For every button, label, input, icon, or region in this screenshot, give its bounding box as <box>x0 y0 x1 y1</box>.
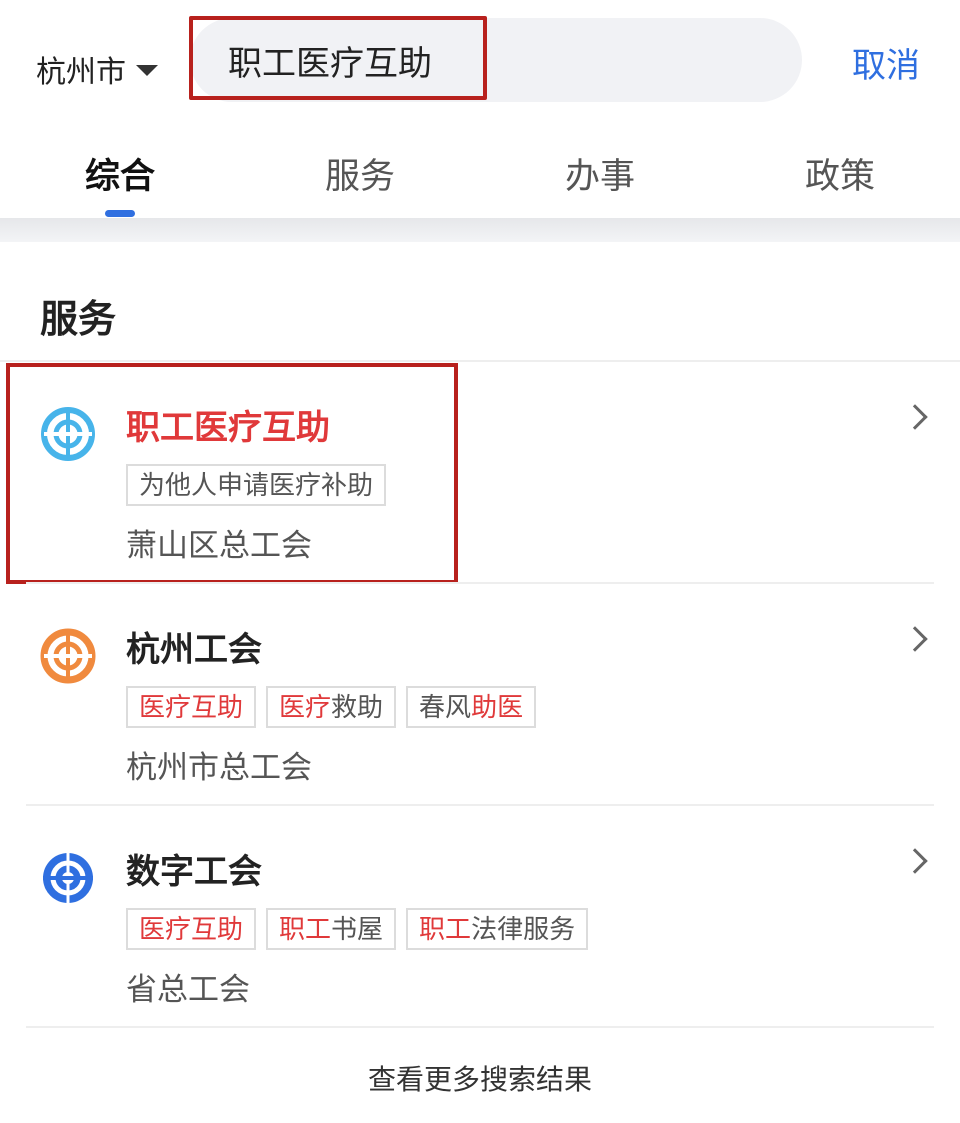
tag-list: 为他人申请医疗补助 <box>126 464 387 506</box>
result-title: 数字工会 <box>126 852 262 892</box>
result-organization: 省总工会 <box>126 972 250 1008</box>
tag-text: 春风 <box>419 693 472 723</box>
tag-text-highlight: 助医 <box>471 693 524 723</box>
tag-text: 救助 <box>331 693 384 723</box>
tag-list: 医疗互助 职工书屋 职工法律服务 <box>126 908 589 950</box>
result-organization: 杭州市总工会 <box>126 750 312 786</box>
union-logo-orange-icon <box>40 628 96 684</box>
tab-label: 综合 <box>84 157 155 197</box>
tag-text-highlight: 医疗 <box>279 693 332 723</box>
tag-text: 法律服务 <box>471 915 576 945</box>
tab-label: 服务 <box>324 157 395 197</box>
tab-affairs[interactable]: 办事 <box>480 130 720 220</box>
tag[interactable]: 医疗救助 <box>266 686 397 728</box>
tag-text-highlight: 职工 <box>419 915 472 945</box>
tab-label: 政策 <box>804 157 875 197</box>
city-label: 杭州市 <box>36 55 126 90</box>
tag[interactable]: 为他人申请医疗补助 <box>126 464 387 506</box>
search-input[interactable] <box>228 36 628 84</box>
city-selector[interactable]: 杭州市 <box>36 44 158 94</box>
tag-list: 医疗互助 医疗救助 春风助医 <box>126 686 537 728</box>
tag[interactable]: 医疗互助 <box>126 686 257 728</box>
result-card[interactable]: 职工医疗互助 为他人申请医疗补助 萧山区总工会 <box>0 362 960 584</box>
result-card[interactable]: 杭州工会 医疗互助 医疗救助 春风助医 杭州市总工会 <box>0 584 960 806</box>
view-more-results-link[interactable]: 查看更多搜索结果 <box>0 1058 960 1098</box>
tab-bar: 综合 服务 办事 政策 <box>0 130 960 220</box>
tab-policy[interactable]: 政策 <box>720 130 960 220</box>
result-card[interactable]: 数字工会 医疗互助 职工书屋 职工法律服务 省总工会 <box>0 806 960 1028</box>
result-title: 杭州工会 <box>126 630 262 670</box>
tag-text-highlight: 医疗互助 <box>139 915 244 945</box>
tag-text: 书屋 <box>331 915 384 945</box>
tag[interactable]: 春风助医 <box>406 686 537 728</box>
tab-label: 办事 <box>564 157 635 197</box>
tab-active-indicator <box>105 210 135 217</box>
tag-text-highlight: 医疗互助 <box>139 693 244 723</box>
tag[interactable]: 职工书屋 <box>266 908 397 950</box>
cancel-button[interactable]: 取消 <box>852 38 920 87</box>
section-title: 服务 <box>40 297 117 341</box>
union-logo-blue-icon <box>43 853 93 903</box>
top-bar: 杭州市 取消 <box>0 0 960 120</box>
union-logo-lightblue-icon <box>41 407 95 461</box>
chevron-right-icon <box>902 626 928 652</box>
tag[interactable]: 医疗互助 <box>126 908 257 950</box>
tab-services[interactable]: 服务 <box>240 130 480 220</box>
caret-down-icon <box>136 65 158 76</box>
tag-text-highlight: 职工 <box>279 915 332 945</box>
result-title: 职工医疗互助 <box>126 408 330 448</box>
chevron-right-icon <box>902 404 928 430</box>
divider <box>26 1026 934 1028</box>
tab-overall[interactable]: 综合 <box>0 130 240 220</box>
chevron-right-icon <box>902 848 928 874</box>
tag[interactable]: 职工法律服务 <box>406 908 589 950</box>
tag-text: 为他人申请医疗补助 <box>139 471 374 501</box>
result-organization: 萧山区总工会 <box>126 528 312 564</box>
divider <box>26 582 934 584</box>
section-separator <box>0 218 960 242</box>
search-box[interactable] <box>190 18 802 102</box>
